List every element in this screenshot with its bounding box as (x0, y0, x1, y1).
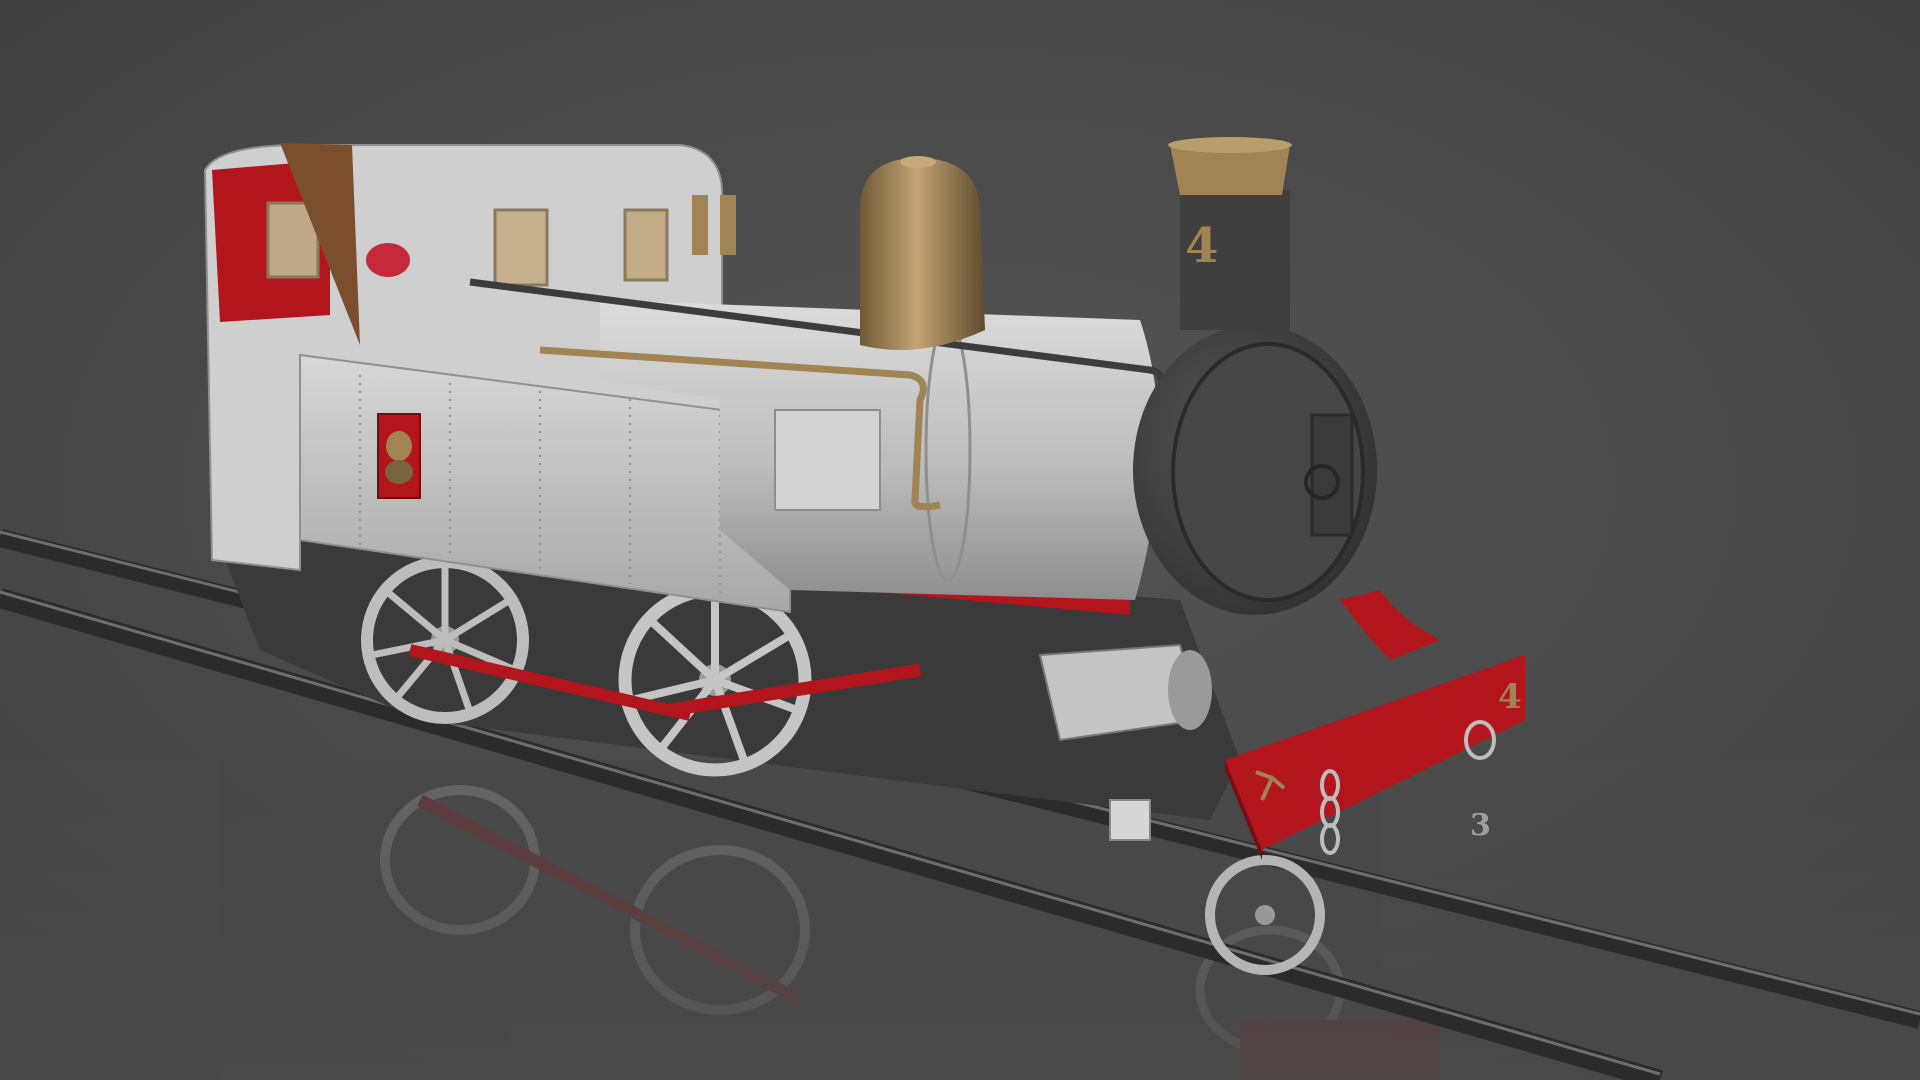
lamp-iron (1109, 799, 1151, 841)
cab-window (623, 208, 669, 282)
brass-steam-dome (860, 158, 985, 350)
smokebox-hinge (1310, 413, 1354, 537)
cab-plate (366, 243, 410, 277)
sandbox (774, 409, 881, 511)
coat-of-arms-crest (377, 413, 421, 499)
coupling-hook-mark: 3 (1470, 808, 1491, 843)
locomotive-3d-render: 4 4 3 (0, 0, 1920, 1080)
cab-window (493, 208, 549, 287)
chimney-number: 4 (1185, 218, 1218, 274)
safety-valve (692, 195, 708, 255)
buffer-number: 4 (1498, 677, 1522, 717)
safety-valve (720, 195, 736, 255)
